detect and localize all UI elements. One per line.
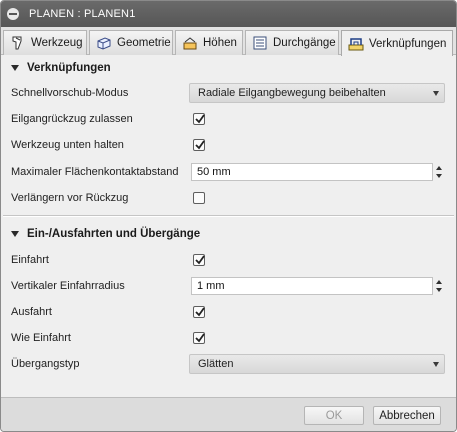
title-bar[interactable]: PLANEN : PLANEN1 bbox=[1, 1, 456, 27]
extend-before-retract-checkbox[interactable] bbox=[193, 192, 205, 204]
check-icon bbox=[195, 307, 205, 317]
tab-verknuepfungen[interactable]: Verknüpfungen bbox=[341, 30, 453, 56]
vertical-entry-radius-stepper[interactable] bbox=[435, 277, 443, 295]
tool-icon bbox=[10, 35, 26, 51]
allow-retract-label: Eilgangrückzug zulassen bbox=[11, 113, 133, 125]
check-icon bbox=[195, 114, 205, 124]
exit-label: Ausfahrt bbox=[11, 306, 52, 318]
spin-up-icon[interactable] bbox=[436, 166, 442, 170]
max-stay-down-stepper[interactable] bbox=[435, 163, 443, 181]
ok-button[interactable]: OK bbox=[304, 406, 364, 425]
tab-werkzeug[interactable]: Werkzeug bbox=[3, 30, 87, 55]
transition-type-value: Glätten bbox=[198, 358, 234, 370]
close-icon[interactable] bbox=[7, 8, 19, 20]
tab-durchgaenge[interactable]: Durchgänge bbox=[245, 30, 339, 55]
section-title: Ein-/Ausfahrten und Übergänge bbox=[27, 228, 201, 240]
check-icon bbox=[195, 255, 205, 265]
vertical-entry-radius-input[interactable]: 1 mm bbox=[191, 277, 433, 295]
dialog-title: PLANEN : PLANEN1 bbox=[29, 8, 136, 20]
tab-hoehen[interactable]: Höhen bbox=[175, 30, 243, 55]
keep-tool-down-checkbox[interactable] bbox=[193, 139, 205, 151]
section-header-linking[interactable]: Verknüpfungen bbox=[11, 60, 111, 76]
collapse-caret-icon[interactable] bbox=[11, 231, 19, 237]
tab-label: Geometrie bbox=[117, 37, 171, 49]
passes-icon bbox=[252, 35, 268, 51]
collapse-caret-icon[interactable] bbox=[11, 65, 19, 71]
transition-type-label: Übergangstyp bbox=[11, 358, 80, 370]
tab-bar: Werkzeug Geometrie Höhen Durchgänge Verk… bbox=[1, 27, 456, 56]
heights-icon bbox=[182, 35, 198, 51]
exit-checkbox[interactable] bbox=[193, 306, 205, 318]
geometry-icon bbox=[96, 35, 112, 51]
same-as-entry-label: Wie Einfahrt bbox=[11, 332, 71, 344]
extend-before-retract-label: Verlängern vor Rückzug bbox=[11, 192, 129, 204]
tab-label: Werkzeug bbox=[31, 37, 83, 49]
max-stay-down-label: Maximaler Flächenkontaktabstand bbox=[11, 166, 179, 178]
entry-label: Einfahrt bbox=[11, 254, 49, 266]
dialog: PLANEN : PLANEN1 Werkzeug Geometrie Höhe… bbox=[0, 0, 457, 432]
tab-label: Durchgänge bbox=[273, 37, 336, 49]
keep-tool-down-label: Werkzeug unten halten bbox=[11, 139, 124, 151]
dropdown-arrow-icon bbox=[433, 362, 439, 367]
rapid-mode-value: Radiale Eilgangbewegung beibehalten bbox=[198, 87, 386, 99]
rapid-mode-select[interactable]: Radiale Eilgangbewegung beibehalten bbox=[189, 83, 445, 103]
dropdown-arrow-icon bbox=[433, 91, 439, 96]
section-divider-highlight bbox=[3, 216, 454, 217]
transition-type-select[interactable]: Glätten bbox=[189, 354, 445, 374]
tab-label: Verknüpfungen bbox=[369, 37, 447, 50]
check-icon bbox=[195, 333, 205, 343]
cancel-button[interactable]: Abbrechen bbox=[373, 406, 441, 425]
dialog-footer: OK Abbrechen bbox=[1, 397, 456, 431]
same-as-entry-checkbox[interactable] bbox=[193, 332, 205, 344]
check-icon bbox=[195, 140, 205, 150]
entry-checkbox[interactable] bbox=[193, 254, 205, 266]
tab-geometrie[interactable]: Geometrie bbox=[89, 30, 173, 55]
linking-icon bbox=[348, 36, 364, 52]
spin-down-icon[interactable] bbox=[436, 288, 442, 292]
spin-up-icon[interactable] bbox=[436, 280, 442, 284]
section-header-leads[interactable]: Ein-/Ausfahrten und Übergänge bbox=[11, 226, 200, 242]
rapid-mode-label: Schnellvorschub-Modus bbox=[11, 87, 129, 99]
spin-down-icon[interactable] bbox=[436, 174, 442, 178]
max-stay-down-input[interactable]: 50 mm bbox=[191, 163, 433, 181]
section-title: Verknüpfungen bbox=[27, 62, 111, 74]
allow-retract-checkbox[interactable] bbox=[193, 113, 205, 125]
tab-label: Höhen bbox=[203, 37, 237, 49]
vertical-entry-radius-label: Vertikaler Einfahrradius bbox=[11, 280, 125, 292]
